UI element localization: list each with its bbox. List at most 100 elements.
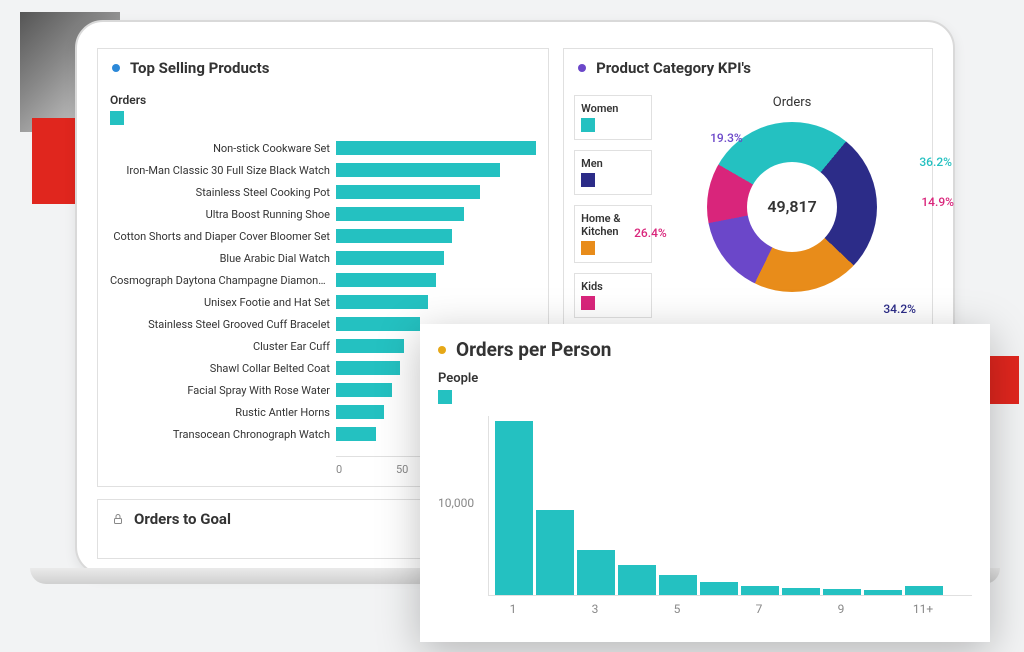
x-tick: [535, 602, 573, 616]
kpi-legend-item[interactable]: Kids: [574, 273, 652, 318]
kpi-legend-label: Men: [581, 157, 645, 170]
x-tick: [617, 602, 655, 616]
bar-label: Blue Arabic Dial Watch: [110, 252, 330, 265]
bar-fill: [700, 582, 738, 595]
bar-fill: [823, 589, 861, 595]
donut-center-value: 49,817: [747, 162, 837, 252]
bar-fill: [495, 421, 533, 595]
x-tick: [699, 602, 737, 616]
legend: Orders: [110, 93, 536, 129]
bar-label: Stainless Steel Grooved Cuff Bracelet: [110, 318, 330, 331]
kpi-legend-item[interactable]: Men: [574, 150, 652, 195]
x-tick: [863, 602, 901, 616]
x-tick: 0: [336, 463, 396, 476]
bar-fill: [336, 339, 404, 353]
bar-fill: [864, 590, 902, 595]
bar-fill: [336, 295, 428, 309]
legend-swatch: [581, 118, 595, 132]
dot-icon: [112, 64, 120, 72]
dot-icon: [578, 64, 586, 72]
panel-title: Orders per Person: [438, 338, 972, 361]
bar-fill: [336, 427, 376, 441]
bar-fill: [336, 361, 400, 375]
panel-title: Top Selling Products: [98, 49, 548, 87]
panel-title-text: Product Category KPI's: [596, 59, 751, 77]
x-tick: 5: [658, 602, 696, 616]
bar-fill: [336, 141, 536, 155]
bar-label: Cluster Ear Cuff: [110, 340, 330, 353]
y-tick: 10,000: [438, 496, 474, 510]
donut: 49,817: [707, 122, 877, 292]
kpi-legend-label: Kids: [581, 280, 645, 293]
x-tick: [781, 602, 819, 616]
bar-fill: [536, 510, 574, 595]
bar-fill: [336, 273, 436, 287]
pct-extra: 14.9%: [921, 195, 954, 209]
panel-title-text: Orders per Person: [456, 338, 611, 361]
x-tick: 7: [740, 602, 778, 616]
bar-row: Cotton Shorts and Diaper Cover Bloomer S…: [110, 227, 536, 245]
pct-home: 26.4%: [634, 226, 667, 240]
bar-area: [488, 416, 972, 596]
legend-swatch: [581, 173, 595, 187]
bar-fill: [618, 565, 656, 595]
lock-icon: [112, 513, 124, 525]
dot-icon: [438, 346, 446, 354]
bar-fill: [336, 229, 452, 243]
panel-title: Product Category KPI's: [564, 49, 932, 87]
bar-fill: [336, 163, 500, 177]
legend-label: Orders: [110, 93, 536, 107]
bar-label: Cosmograph Daytona Champagne Diamond Dia…: [110, 274, 330, 287]
kpi-legend-item[interactable]: Women: [574, 95, 652, 140]
bar-fill: [905, 586, 943, 595]
legend-label: People: [438, 371, 972, 386]
bar-fill: [336, 383, 392, 397]
bar-fill: [659, 575, 697, 595]
bar-label: Non-stick Cookware Set: [110, 142, 330, 155]
legend-swatch: [438, 390, 452, 404]
legend-swatch: [581, 241, 595, 255]
bar-fill: [577, 550, 615, 595]
x-tick: 11+: [904, 602, 942, 616]
legend-swatch: [581, 296, 595, 310]
panel-orders-per-person: Orders per Person People 10,000 1 3 5 7 9 11+: [420, 324, 990, 642]
bar-fill: [336, 317, 420, 331]
panel-title-text: Orders to Goal: [134, 510, 231, 528]
bar-label: Transocean Chronograph Watch: [110, 428, 330, 441]
bar-label: Rustic Antler Horns: [110, 406, 330, 419]
panel-title-text: Top Selling Products: [130, 59, 269, 77]
bar-label: Ultra Boost Running Shoe: [110, 208, 330, 221]
bar-row: Unisex Footie and Hat Set: [110, 293, 536, 311]
x-tick: 1: [494, 602, 532, 616]
pct-men: 34.2%: [883, 302, 916, 316]
orders-per-person-bar-chart: 10,000 1 3 5 7 9 11+: [438, 416, 972, 616]
kpi-legend: WomenMenHome & KitchenKids: [574, 95, 652, 318]
bar-row: Blue Arabic Dial Watch: [110, 249, 536, 267]
bar-row: Non-stick Cookware Set: [110, 139, 536, 157]
bar-row: Ultra Boost Running Shoe: [110, 205, 536, 223]
bar-fill: [336, 251, 444, 265]
bar-label: Shawl Collar Belted Coat: [110, 362, 330, 375]
donut-chart: Orders 49,817 36.2% 34.2% 26.4% 19.3% 14…: [662, 95, 922, 318]
x-tick: 9: [822, 602, 860, 616]
bar-fill: [336, 207, 464, 221]
legend-swatch: [110, 111, 124, 125]
bar-label: Unisex Footie and Hat Set: [110, 296, 330, 309]
pct-kids: 19.3%: [710, 131, 743, 145]
bar-label: Facial Spray With Rose Water: [110, 384, 330, 397]
pct-women: 36.2%: [919, 155, 952, 169]
bar-fill: [336, 405, 384, 419]
bar-label: Iron-Man Classic 30 Full Size Black Watc…: [110, 164, 330, 177]
x-tick: 3: [576, 602, 614, 616]
bar-row: Cosmograph Daytona Champagne Diamond Dia…: [110, 271, 536, 289]
bar-row: Iron-Man Classic 30 Full Size Black Watc…: [110, 161, 536, 179]
bar-fill: [782, 588, 820, 595]
x-axis: 1 3 5 7 9 11+: [488, 602, 972, 616]
kpi-legend-label: Women: [581, 102, 645, 115]
bar-fill: [336, 185, 480, 199]
donut-title: Orders: [662, 95, 922, 110]
bar-row: Stainless Steel Cooking Pot: [110, 183, 536, 201]
legend: People: [438, 371, 972, 408]
bar-label: Cotton Shorts and Diaper Cover Bloomer S…: [110, 230, 330, 243]
bar-fill: [741, 586, 779, 595]
